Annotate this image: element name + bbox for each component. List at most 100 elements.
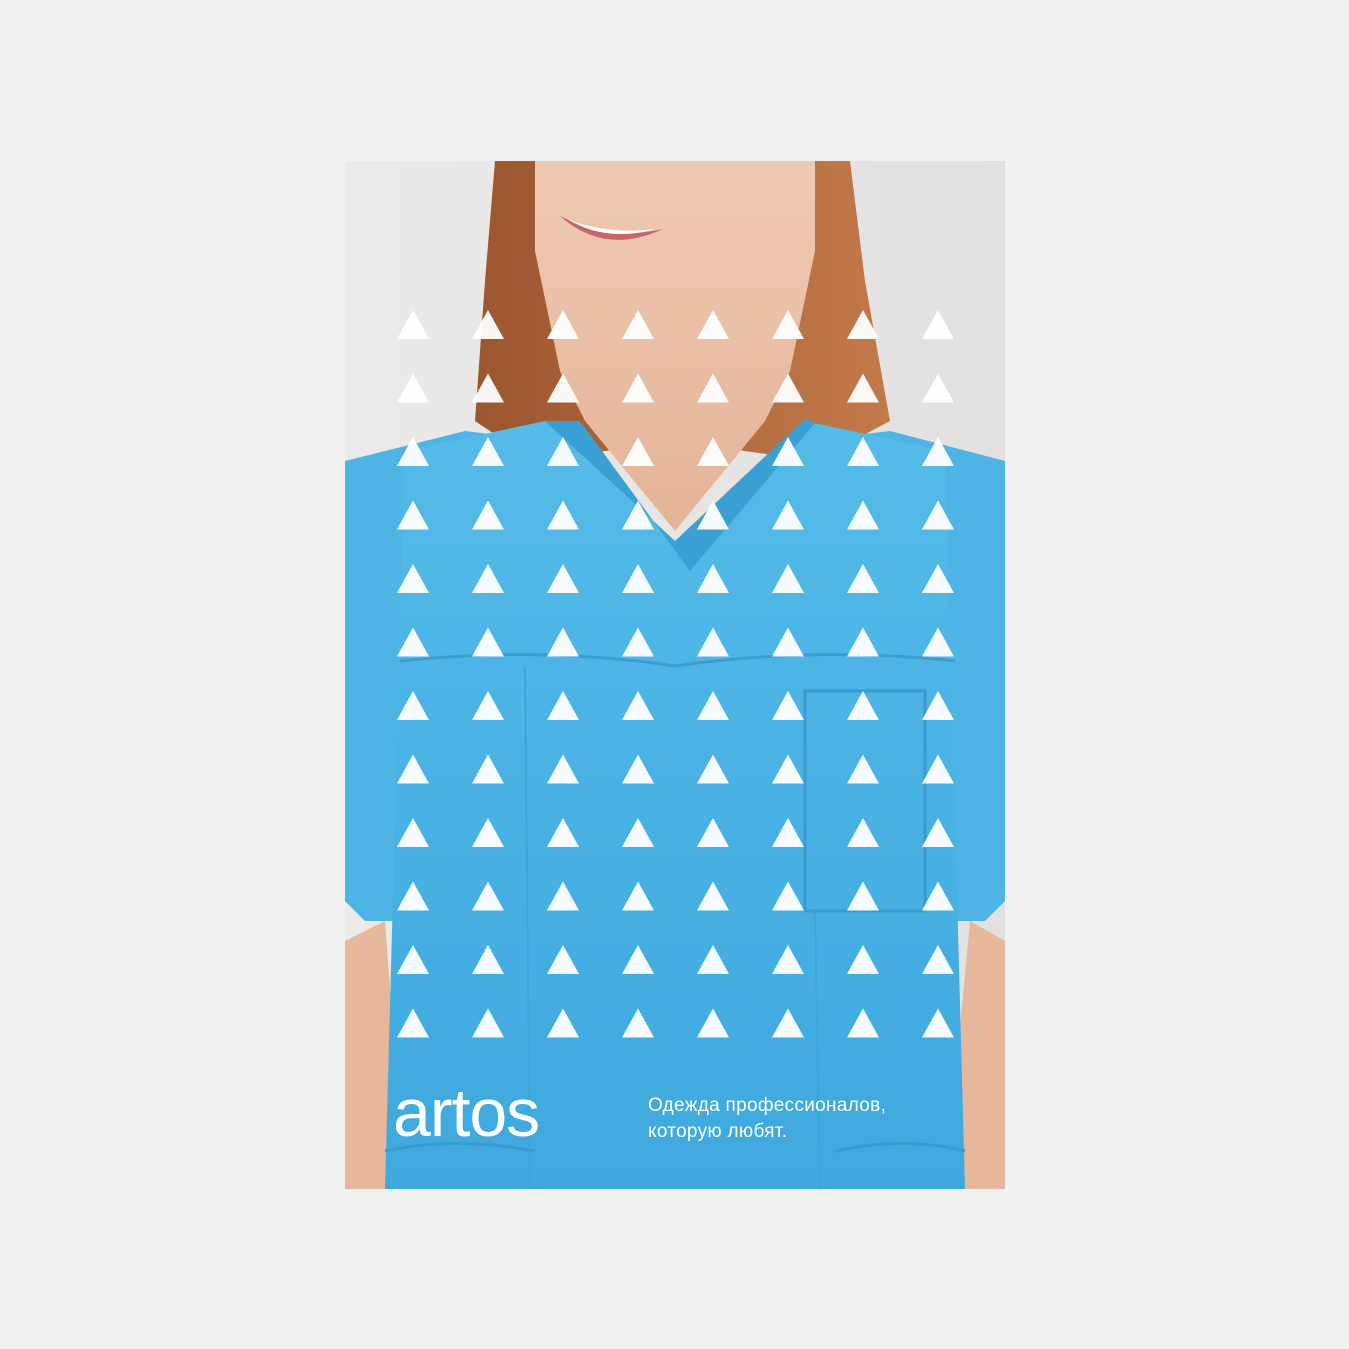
pattern-triangle <box>622 564 654 593</box>
pattern-triangle <box>622 310 654 339</box>
pattern-triangle <box>547 373 579 403</box>
pattern-triangle <box>622 373 654 403</box>
pattern-triangle <box>697 945 729 974</box>
pattern-triangle <box>847 437 879 466</box>
pattern-triangle <box>472 310 504 339</box>
pattern-triangle <box>472 691 504 720</box>
pattern-triangle <box>622 500 654 530</box>
pattern-triangle <box>472 437 504 466</box>
pattern-triangle <box>847 373 879 403</box>
tagline: Одежда профессионалов, которую любят. <box>648 1093 886 1145</box>
pattern-triangle <box>847 1008 879 1038</box>
pattern-triangle <box>397 945 429 974</box>
pattern-triangle <box>922 818 954 847</box>
pattern-triangle <box>922 310 954 339</box>
pattern-triangle <box>547 691 579 720</box>
pattern-triangle <box>697 754 729 784</box>
pattern-triangle <box>922 437 954 466</box>
pattern-triangle <box>547 754 579 784</box>
pattern-triangle <box>772 691 804 720</box>
pattern-triangle <box>922 881 954 911</box>
pattern-triangle <box>397 881 429 911</box>
pattern-triangle <box>622 754 654 784</box>
pattern-triangle <box>772 437 804 466</box>
pattern-triangle <box>397 437 429 466</box>
pattern-triangle <box>397 818 429 847</box>
pattern-triangle <box>622 1008 654 1038</box>
tagline-line-1: Одежда профессионалов, <box>648 1095 887 1116</box>
pattern-triangle <box>847 754 879 784</box>
pattern-triangle <box>772 818 804 847</box>
pattern-triangle <box>547 818 579 847</box>
pattern-triangle <box>922 373 954 403</box>
pattern-triangle <box>697 564 729 593</box>
pattern-triangle <box>547 564 579 593</box>
pattern-triangle <box>847 500 879 530</box>
pattern-triangle <box>772 310 804 339</box>
pattern-triangle <box>622 691 654 720</box>
pattern-triangle <box>622 818 654 847</box>
pattern-triangle <box>772 754 804 784</box>
brand-logo: artos <box>393 1075 540 1151</box>
pattern-triangle <box>697 310 729 339</box>
pattern-triangle <box>397 754 429 784</box>
pattern-triangle <box>697 818 729 847</box>
pattern-triangle <box>622 881 654 911</box>
pattern-triangle <box>397 310 429 339</box>
pattern-triangle <box>622 945 654 974</box>
pattern-triangle <box>847 564 879 593</box>
pattern-triangle <box>847 691 879 720</box>
pattern-triangle <box>472 881 504 911</box>
pattern-triangle <box>772 500 804 530</box>
pattern-triangle <box>697 373 729 403</box>
pattern-triangle <box>397 500 429 530</box>
pattern-triangle <box>922 627 954 657</box>
tagline-line-2: которую любят. <box>648 1121 788 1142</box>
pattern-triangle <box>397 691 429 720</box>
pattern-triangle <box>547 500 579 530</box>
pattern-triangle <box>847 310 879 339</box>
pattern-triangle <box>397 564 429 593</box>
pattern-triangle <box>397 627 429 657</box>
pattern-triangle <box>472 564 504 593</box>
pattern-triangle <box>922 564 954 593</box>
pattern-triangle <box>697 500 729 530</box>
pattern-triangle <box>697 691 729 720</box>
pattern-triangle <box>397 373 429 403</box>
pattern-triangle <box>772 564 804 593</box>
pattern-triangle <box>847 945 879 974</box>
pattern-triangle <box>922 754 954 784</box>
pattern-triangle <box>472 627 504 657</box>
pattern-triangle <box>772 945 804 974</box>
triangle-pattern <box>397 310 954 1038</box>
pattern-triangle <box>697 437 729 466</box>
pattern-triangle <box>922 945 954 974</box>
pattern-triangle <box>697 627 729 657</box>
pattern-triangle <box>847 881 879 911</box>
pattern-triangle <box>472 1008 504 1038</box>
pattern-triangle <box>547 881 579 911</box>
pattern-triangle <box>622 627 654 657</box>
pattern-triangle <box>772 881 804 911</box>
poster: artos Одежда профессионалов, которую люб… <box>345 161 1005 1189</box>
pattern-triangle <box>697 1008 729 1038</box>
pattern-triangle <box>547 945 579 974</box>
pattern-triangle <box>547 437 579 466</box>
pattern-triangle <box>622 437 654 466</box>
pattern-triangle <box>922 1008 954 1038</box>
pattern-triangle <box>472 945 504 974</box>
pattern-triangle <box>397 1008 429 1038</box>
pattern-triangle <box>922 691 954 720</box>
pattern-triangle <box>472 754 504 784</box>
pattern-triangle <box>772 627 804 657</box>
pattern-triangle <box>472 818 504 847</box>
pattern-triangle <box>547 627 579 657</box>
pattern-triangle <box>697 881 729 911</box>
pattern-triangle <box>847 818 879 847</box>
pattern-triangle <box>547 310 579 339</box>
pattern-triangle <box>847 627 879 657</box>
pattern-triangle <box>772 1008 804 1038</box>
pattern-triangle <box>922 500 954 530</box>
pattern-triangle <box>472 373 504 403</box>
pattern-triangle <box>547 1008 579 1038</box>
